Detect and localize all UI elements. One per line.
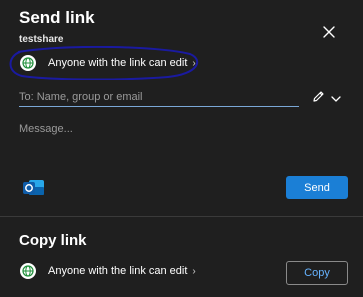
close-icon[interactable] [321,24,337,40]
copy-link-permission-button[interactable]: Anyone with the link can edit › [20,263,196,279]
chevron-right-icon: › [192,57,196,69]
recipients-input[interactable] [19,89,299,103]
recipients-field[interactable] [19,87,299,107]
globe-icon [20,55,36,71]
chevron-down-icon[interactable] [330,91,342,102]
file-name: testshare [19,34,64,45]
section-divider [0,216,363,217]
send-link-dialog: Send link testshare Anyone with the link… [0,0,363,297]
message-input[interactable] [19,120,339,169]
outlook-icon[interactable] [21,177,45,199]
link-permission-button[interactable]: Anyone with the link can edit › [20,55,196,71]
chevron-right-icon: › [192,265,196,277]
copy-button[interactable]: Copy [286,261,348,285]
send-button[interactable]: Send [286,176,348,199]
pencil-icon[interactable] [311,89,326,104]
copy-link-permission-label: Anyone with the link can edit [48,265,188,277]
link-permission-label: Anyone with the link can edit [48,57,188,69]
copy-link-title: Copy link [19,232,87,249]
globe-icon [20,263,36,279]
dialog-title: Send link [19,8,95,27]
message-field[interactable] [19,120,339,169]
